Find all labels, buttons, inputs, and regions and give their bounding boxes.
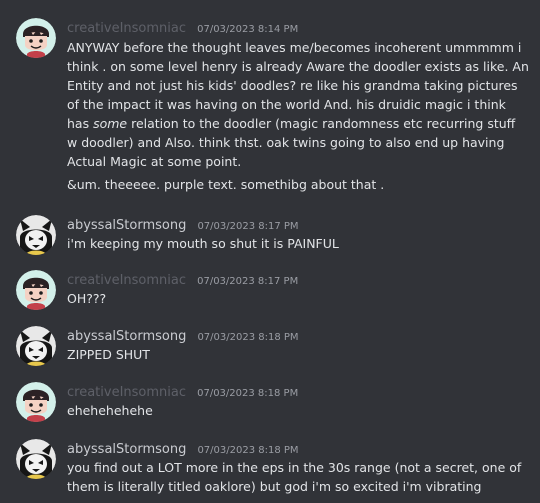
message-group: creativeInsomniac 07/03/2023 8:14 PM ANY… [0, 18, 540, 194]
message-group: abyssalStormsong 07/03/2023 8:18 PM you … [0, 439, 540, 499]
message-group: abyssalStormsong 07/03/2023 8:17 PM i'm … [0, 215, 540, 257]
avatar-creativeinsomniac[interactable] [16, 382, 56, 422]
creativeinsomniac-avatar-icon [16, 18, 56, 58]
username[interactable]: abyssalStormsong [67, 329, 186, 344]
message-content: you find out a LOT more in the eps in th… [67, 458, 529, 496]
avatar-creativeinsomniac[interactable] [16, 270, 56, 310]
message-content: OH??? [67, 289, 529, 308]
avatar-abyssalstormsong[interactable] [16, 439, 56, 479]
timestamp[interactable]: 07/03/2023 8:14 PM [197, 24, 298, 35]
timestamp[interactable]: 07/03/2023 8:18 PM [197, 332, 298, 343]
username[interactable]: abyssalStormsong [67, 218, 186, 233]
message-content: ZIPPED SHUT [67, 345, 529, 364]
username[interactable]: abyssalStormsong [67, 442, 186, 457]
timestamp[interactable]: 07/03/2023 8:18 PM [197, 445, 298, 456]
avatar-creativeinsomniac[interactable] [16, 18, 56, 58]
message-text: i'm keeping my mouth so shut it is PAINF… [67, 236, 339, 251]
message-group: abyssalStormsong 07/03/2023 8:18 PM ZIPP… [0, 326, 540, 368]
avatar-abyssalstormsong[interactable] [16, 326, 56, 366]
message-text: OH??? [67, 291, 107, 306]
timestamp[interactable]: 07/03/2023 8:17 PM [197, 276, 298, 287]
message-group: creativeInsomniac 07/03/2023 8:18 PM ehe… [0, 382, 540, 424]
username[interactable]: creativeInsomniac [67, 273, 186, 288]
chat-messages: creativeInsomniac 07/03/2023 8:14 PM ANY… [0, 0, 540, 503]
message-text: ZIPPED SHUT [67, 347, 150, 362]
avatar-abyssalstormsong[interactable] [16, 215, 56, 255]
message-header: abyssalStormsong 07/03/2023 8:18 PM [67, 326, 299, 344]
message-header: creativeInsomniac 07/03/2023 8:14 PM [67, 18, 298, 36]
message-paragraph: ANYWAY before the thought leaves me/beco… [67, 40, 529, 169]
abyssalstormsong-avatar-icon [16, 215, 56, 255]
message-header: abyssalStormsong 07/03/2023 8:18 PM [67, 439, 299, 457]
timestamp[interactable]: 07/03/2023 8:17 PM [197, 221, 298, 232]
abyssalstormsong-avatar-icon [16, 326, 56, 366]
username[interactable]: creativeInsomniac [67, 385, 186, 400]
message-header: creativeInsomniac 07/03/2023 8:17 PM [67, 270, 298, 288]
username[interactable]: creativeInsomniac [67, 21, 186, 36]
creativeinsomniac-avatar-icon [16, 382, 56, 422]
message-content: ehehehehehe [67, 401, 529, 420]
message-text: ehehehehehe [67, 403, 153, 418]
timestamp[interactable]: 07/03/2023 8:18 PM [197, 388, 298, 399]
message-content: i'm keeping my mouth so shut it is PAINF… [67, 234, 529, 253]
abyssalstormsong-avatar-icon [16, 439, 56, 479]
message-paragraph: &um. theeeee. purple text. somethibg abo… [67, 177, 385, 192]
message-header: creativeInsomniac 07/03/2023 8:18 PM [67, 382, 298, 400]
creativeinsomniac-avatar-icon [16, 270, 56, 310]
message-content: ANYWAY before the thought leaves me/beco… [67, 38, 529, 194]
message-group: creativeInsomniac 07/03/2023 8:17 PM OH?… [0, 270, 540, 312]
message-header: abyssalStormsong 07/03/2023 8:17 PM [67, 215, 299, 233]
message-text: you find out a LOT more in the eps in th… [67, 460, 522, 494]
